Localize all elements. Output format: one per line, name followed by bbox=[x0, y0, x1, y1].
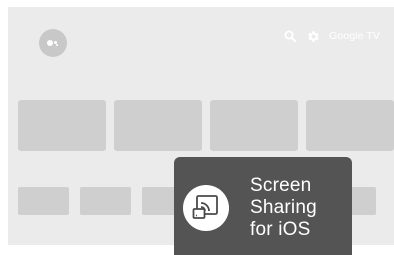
search-button[interactable] bbox=[283, 29, 297, 43]
top-bar: Google TV bbox=[283, 27, 380, 45]
app-tile[interactable] bbox=[80, 187, 131, 215]
content-row-1 bbox=[18, 100, 394, 151]
cast-icon-badge bbox=[183, 185, 229, 231]
cast-icon bbox=[192, 195, 218, 219]
banner-title-line: Screen bbox=[250, 175, 312, 196]
google-tv-wordmark: Google TV bbox=[329, 30, 380, 42]
screen-sharing-banner: Screen Sharing for iOS bbox=[174, 157, 352, 255]
search-icon bbox=[284, 30, 297, 42]
assistant-button[interactable] bbox=[39, 29, 67, 57]
banner-title-line: for iOS bbox=[250, 219, 311, 240]
assistant-icon bbox=[47, 39, 59, 47]
banner-title-line: Sharing bbox=[250, 197, 317, 218]
app-tile[interactable] bbox=[18, 187, 69, 215]
app-tile[interactable] bbox=[348, 187, 376, 215]
settings-button[interactable] bbox=[306, 29, 320, 43]
banner-title: Screen Sharing for iOS bbox=[250, 175, 348, 241]
content-card[interactable] bbox=[306, 100, 394, 151]
gear-icon bbox=[308, 30, 319, 42]
content-card[interactable] bbox=[114, 100, 202, 151]
content-card[interactable] bbox=[18, 100, 106, 151]
content-row-2 bbox=[18, 187, 193, 215]
content-card[interactable] bbox=[210, 100, 298, 151]
